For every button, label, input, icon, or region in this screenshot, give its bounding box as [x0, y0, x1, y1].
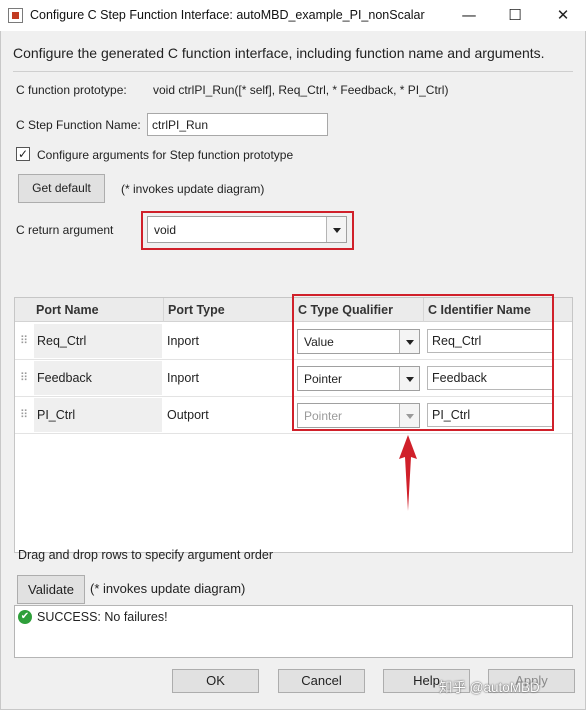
- app-icon: [8, 8, 23, 23]
- configure-args-checkbox[interactable]: ✓: [16, 147, 30, 161]
- drag-handle-icon[interactable]: ⠿: [18, 408, 30, 422]
- dialog-body: Configure the generated C function inter…: [0, 31, 586, 710]
- get-default-button[interactable]: Get default: [18, 174, 105, 203]
- drag-handle-icon[interactable]: ⠿: [18, 371, 30, 385]
- success-icon: ✔: [18, 610, 32, 624]
- ok-button[interactable]: OK: [172, 669, 259, 693]
- window-title: Configure C Step Function Interface: aut…: [30, 8, 425, 22]
- window-titlebar: Configure C Step Function Interface: aut…: [0, 0, 586, 31]
- port-name-cell: Feedback: [34, 361, 162, 395]
- drag-hint-text: Drag and drop rows to specify argument o…: [18, 548, 273, 562]
- step-function-name-label: C Step Function Name:: [16, 118, 141, 132]
- return-argument-highlight: [141, 211, 354, 250]
- cancel-button[interactable]: Cancel: [278, 669, 365, 693]
- column-port-name[interactable]: Port Name: [32, 298, 164, 322]
- column-port-type[interactable]: Port Type: [164, 298, 294, 322]
- prototype-value: void ctrlPI_Run([* self], Req_Ctrl, * Fe…: [153, 83, 449, 97]
- maximize-icon[interactable]: ☐: [492, 0, 538, 31]
- status-panel: ✔ SUCCESS: No failures!: [14, 605, 573, 658]
- status-text: SUCCESS: No failures!: [37, 610, 168, 624]
- get-default-note: (* invokes update diagram): [121, 182, 265, 196]
- checkmark-icon: ✓: [17, 147, 29, 161]
- prototype-label: C function prototype:: [16, 83, 127, 97]
- step-function-name-input[interactable]: [147, 113, 328, 136]
- drag-handle-icon[interactable]: ⠿: [18, 334, 30, 348]
- port-name-cell: PI_Ctrl: [34, 398, 162, 432]
- port-name-cell: Req_Ctrl: [34, 324, 162, 358]
- divider: [13, 71, 573, 72]
- port-type-cell: Inport: [167, 334, 199, 348]
- close-icon[interactable]: ✕: [540, 0, 586, 31]
- minimize-icon[interactable]: —: [446, 0, 492, 31]
- red-arrow-annotation: [399, 435, 417, 511]
- port-type-cell: Outport: [167, 408, 209, 422]
- dialog-description: Configure the generated C function inter…: [13, 45, 545, 61]
- qualifier-identifier-highlight: [292, 294, 554, 431]
- validate-note: (* invokes update diagram): [90, 581, 246, 596]
- watermark: 知乎 @autoMBD: [439, 680, 540, 695]
- return-argument-label: C return argument: [16, 223, 114, 237]
- port-type-cell: Inport: [167, 371, 199, 385]
- configure-args-label: Configure arguments for Step function pr…: [37, 148, 294, 162]
- validate-button[interactable]: Validate: [17, 575, 85, 604]
